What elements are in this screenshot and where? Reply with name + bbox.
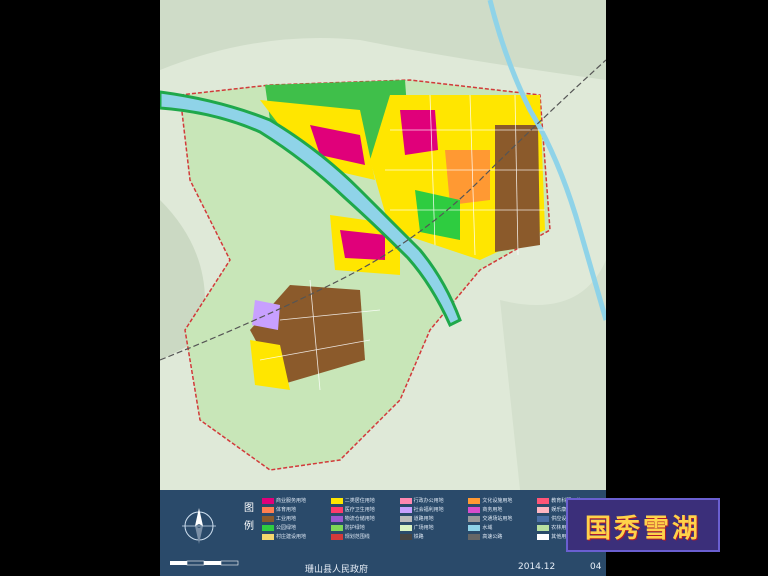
legend-item: 工业用地	[262, 514, 327, 523]
north-arrow-icon	[182, 508, 216, 544]
legend-swatch	[330, 497, 343, 504]
legend-label: 商业服务用地	[276, 498, 307, 504]
date-label: 2014.12	[518, 562, 556, 572]
legend-label: 交通场站用地	[482, 516, 513, 522]
legend-swatch	[262, 515, 274, 522]
commercial-zone	[400, 110, 438, 155]
legend-label: 社会福利用地	[413, 507, 444, 513]
legend-item: 防护绿地	[330, 523, 396, 532]
legend-item: 行政办公用地	[399, 496, 465, 505]
legend-title: 图例	[244, 503, 254, 532]
legend-item: 公园绿地	[262, 523, 327, 532]
legend-swatch	[262, 524, 274, 531]
legend-item: 物流仓储用地	[330, 514, 396, 523]
legend-label: 规划范围线	[344, 534, 370, 540]
legend-label: 体育用地	[276, 507, 297, 513]
legend-swatch	[399, 497, 412, 504]
legend-item: 文化设施用地	[468, 496, 533, 505]
legend-label: 二类居住用地	[344, 498, 375, 504]
legend-label: 工业用地	[276, 516, 297, 522]
land-use-map	[160, 0, 606, 490]
legend-label: 铁路	[413, 534, 424, 540]
map-frame: 图例 商业服务用地二类居住用地行政办公用地文化设施用地教育科研用地体育用地医疗卫…	[160, 0, 606, 576]
commercial-zone	[340, 230, 385, 260]
legend-item: 水域	[468, 523, 533, 532]
legend-label: 道路用地	[413, 516, 434, 522]
legend-swatch	[399, 524, 412, 531]
legend-swatch	[330, 506, 343, 513]
legend-swatch	[399, 515, 412, 522]
legend-label: 行政办公用地	[413, 498, 444, 504]
legend-swatch	[468, 506, 481, 513]
legend-swatch	[537, 506, 550, 513]
legend-item: 道路用地	[399, 514, 465, 523]
legend-item: 规划范围线	[330, 532, 396, 541]
legend-item: 广场用地	[399, 523, 465, 532]
legend-label: 物流仓储用地	[344, 516, 375, 522]
legend-item: 铁路	[399, 532, 465, 541]
legend-label: 医疗卫生用地	[344, 507, 375, 513]
legend-swatch	[399, 533, 412, 540]
legend-swatch	[330, 515, 343, 522]
legend-swatch	[537, 533, 550, 540]
legend-item: 高速公路	[468, 532, 533, 541]
legend-item: 二类居住用地	[330, 496, 396, 505]
legend-swatch	[262, 533, 274, 540]
legend-item: 社会福利用地	[399, 505, 465, 514]
legend-label: 防护绿地	[344, 525, 365, 531]
legend-swatch	[537, 524, 550, 531]
legend-item: 村庄建设用地	[262, 532, 327, 541]
legend-swatch	[468, 533, 481, 540]
legend-swatch	[330, 524, 343, 531]
legend-item: 交通场站用地	[468, 514, 533, 523]
legend-swatch	[330, 533, 343, 540]
legend-label: 文化设施用地	[482, 498, 513, 504]
legend-label: 水域	[482, 525, 493, 531]
legend-swatch	[537, 497, 550, 504]
legend-item: 体育用地	[262, 505, 327, 514]
legend-label: 村庄建设用地	[276, 534, 307, 540]
legend-label: 商务用地	[482, 507, 503, 513]
legend-label: 公园绿地	[276, 525, 297, 531]
legend-band: 图例 商业服务用地二类居住用地行政办公用地文化设施用地教育科研用地体育用地医疗卫…	[160, 490, 606, 576]
issuer-label: 珊山县人民政府	[305, 565, 369, 575]
watermark-stamp: 国秀雪湖	[566, 498, 720, 552]
legend-label: 广场用地	[413, 525, 434, 531]
legend-swatch	[537, 515, 550, 522]
legend-label: 高速公路	[482, 534, 503, 540]
legend-swatch	[399, 506, 412, 513]
legend-item: 商业服务用地	[262, 496, 327, 505]
welfare-zone	[252, 300, 280, 330]
legend-swatch	[262, 497, 274, 504]
legend-swatch	[262, 506, 274, 513]
legend-swatch	[468, 497, 481, 504]
page-number: 04	[590, 562, 602, 572]
stamp-text: 国秀雪湖	[584, 514, 701, 544]
legend-item: 医疗卫生用地	[330, 505, 396, 514]
legend-swatch	[468, 515, 481, 522]
legend-item: 商务用地	[468, 505, 533, 514]
legend-swatch	[468, 524, 481, 531]
legend-grid: 商业服务用地二类居住用地行政办公用地文化设施用地教育科研用地体育用地医疗卫生用地…	[262, 496, 602, 560]
map-footer: 珊山县人民政府 2014.12 04	[160, 562, 606, 576]
